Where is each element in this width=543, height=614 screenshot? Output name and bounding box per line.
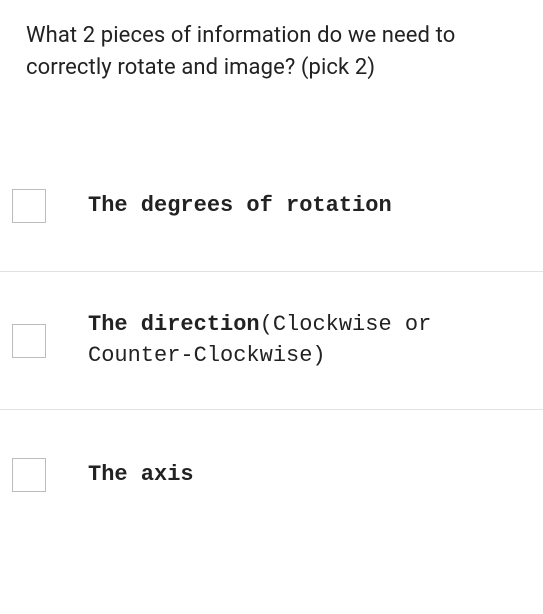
question-container: What 2 pieces of information do we need …	[0, 0, 543, 84]
option-label: The direction(Clockwise or Counter-Clock…	[88, 310, 543, 372]
option-bold-text: The degrees of rotation	[88, 193, 392, 218]
options-list: The degrees of rotation The direction(Cl…	[0, 142, 543, 541]
option-bold-text: The direction	[88, 312, 260, 337]
option-checkbox-2[interactable]	[12, 324, 46, 358]
option-label: The axis	[88, 460, 224, 491]
option-bold-text: The axis	[88, 462, 194, 487]
question-text: What 2 pieces of information do we need …	[26, 20, 517, 84]
option-row: The axis	[0, 410, 543, 540]
option-checkbox-1[interactable]	[12, 189, 46, 223]
option-label: The degrees of rotation	[88, 191, 422, 222]
option-checkbox-3[interactable]	[12, 458, 46, 492]
option-row: The degrees of rotation	[0, 142, 543, 272]
option-row: The direction(Clockwise or Counter-Clock…	[0, 272, 543, 411]
